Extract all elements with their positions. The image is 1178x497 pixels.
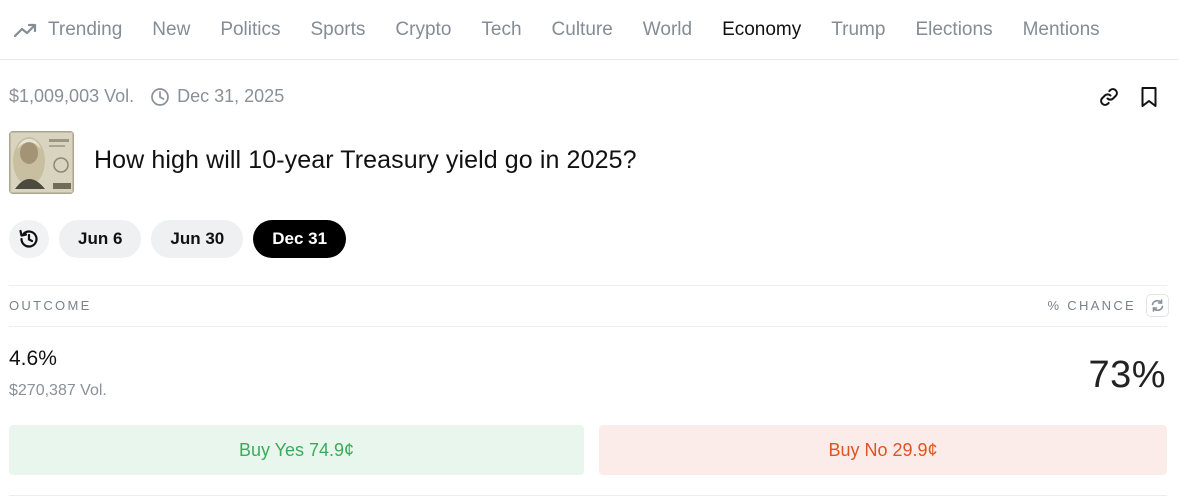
twenty-dollar-bill-image	[9, 131, 74, 194]
refresh-button[interactable]	[1146, 294, 1169, 317]
nav-item-tech[interactable]: Tech	[481, 19, 521, 41]
category-nav: Trending New Politics Sports Crypto Tech…	[0, 0, 1178, 60]
copy-link-button[interactable]	[1098, 85, 1120, 109]
refresh-icon	[1151, 299, 1164, 312]
nav-item-crypto[interactable]: Crypto	[395, 19, 451, 41]
outcome-volume: $270,387 Vol.	[9, 382, 107, 399]
buy-yes-button[interactable]: Buy Yes 74.9¢	[9, 425, 584, 475]
link-icon	[1100, 88, 1118, 106]
nav-item-trump[interactable]: Trump	[831, 19, 885, 41]
divider	[9, 326, 1167, 327]
trending-icon	[14, 23, 37, 37]
divider	[9, 495, 1167, 496]
outcome-header: OUTCOME	[9, 298, 92, 313]
buy-no-button[interactable]: Buy No 29.9¢	[599, 425, 1167, 475]
clock-icon	[151, 87, 169, 106]
chance-header: % CHANCE	[1047, 298, 1136, 313]
nav-item-label: Tech	[481, 18, 522, 40]
date-option-jun-6[interactable]: Jun 6	[59, 220, 142, 258]
nav-item-trending[interactable]: Trending	[14, 19, 122, 41]
market-meta: $1,009,003 Vol. Dec 31, 2025	[9, 86, 284, 107]
nav-item-politics[interactable]: Politics	[220, 19, 280, 41]
nav-item-sports[interactable]: Sports	[311, 19, 366, 41]
nav-item-label: Trump	[831, 18, 886, 40]
bookmark-button[interactable]	[1138, 85, 1160, 109]
nav-item-culture[interactable]: Culture	[552, 19, 613, 41]
nav-item-label: Elections	[915, 18, 993, 40]
market-volume: $1,009,003 Vol.	[9, 86, 135, 106]
market-title: How high will 10-year Treasury yield go …	[94, 146, 637, 174]
nav-item-economy[interactable]: Economy	[722, 19, 801, 41]
nav-item-world[interactable]: World	[643, 19, 692, 41]
outcome-name: 4.6%	[9, 347, 57, 370]
nav-item-label: Mentions	[1022, 18, 1100, 40]
nav-item-label: Economy	[722, 18, 802, 40]
nav-item-label: Culture	[551, 18, 613, 40]
date-option-jun-30[interactable]: Jun 30	[151, 220, 244, 258]
nav-item-mentions[interactable]: Mentions	[1023, 19, 1100, 41]
nav-item-label: World	[642, 18, 693, 40]
nav-item-label: Politics	[220, 18, 281, 40]
market-actions	[1098, 85, 1160, 109]
market-thumbnail	[9, 131, 74, 194]
nav-item-label: New	[152, 18, 191, 40]
nav-item-new[interactable]: New	[152, 19, 190, 41]
outcome-chance: 73%	[1088, 354, 1166, 396]
history-button[interactable]	[9, 220, 49, 258]
history-icon	[19, 229, 38, 248]
nav-item-label: Sports	[310, 18, 366, 40]
date-option-dec-31[interactable]: Dec 31	[253, 220, 347, 258]
bookmark-icon	[1141, 87, 1157, 107]
nav-item-label: Trending	[48, 18, 123, 40]
date-filter: Jun 6 Jun 30 Dec 31	[9, 220, 347, 258]
divider	[9, 285, 1167, 286]
market-end-date: Dec 31, 2025	[177, 86, 285, 106]
nav-item-label: Crypto	[395, 18, 452, 40]
nav-item-elections[interactable]: Elections	[915, 19, 992, 41]
